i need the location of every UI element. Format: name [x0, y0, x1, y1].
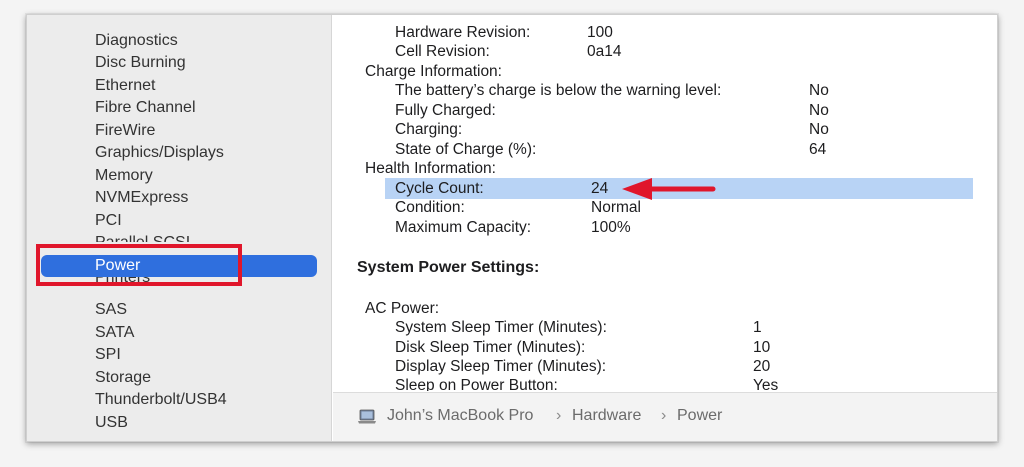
sidebar-item-parallel-scsi[interactable]: Parallel SCSI	[95, 232, 190, 242]
sidebar-item-thunderbolt-usb4[interactable]: Thunderbolt/USB4	[95, 389, 227, 411]
cell-revision-label: Cell Revision:	[395, 43, 490, 60]
charging-label: Charging:	[395, 121, 463, 138]
disk-sleep-value: 10	[753, 339, 771, 356]
laptop-icon	[358, 409, 376, 424]
maximum-capacity-label: Maximum Capacity:	[395, 219, 532, 236]
sidebar-item-pci[interactable]: PCI	[95, 210, 122, 232]
display-sleep-label: Display Sleep Timer (Minutes):	[395, 358, 607, 375]
state-of-charge-value: 64	[809, 141, 827, 158]
fully-charged-label: Fully Charged:	[395, 102, 496, 119]
health-information-header: Health Information:	[365, 160, 496, 177]
breadcrumb-separator: ›	[661, 407, 667, 424]
sidebar-item-sata[interactable]: SATA	[95, 322, 134, 344]
breadcrumb-hardware[interactable]: Hardware	[572, 405, 641, 427]
below-warning-label: The battery’s charge is below the warnin…	[395, 82, 722, 99]
sidebar: Diagnostics Disc Burning Ethernet Fibre …	[27, 15, 332, 441]
breadcrumb-power[interactable]: Power	[677, 405, 722, 427]
sidebar-item-disc-burning[interactable]: Disc Burning	[95, 52, 186, 74]
condition-value: Normal	[591, 199, 641, 216]
below-warning-value: No	[809, 82, 829, 99]
sleep-on-power-button-value: Yes	[753, 377, 779, 391]
breadcrumb-separator: ›	[556, 407, 562, 424]
sidebar-item-memory[interactable]: Memory	[95, 165, 153, 187]
detail-pane[interactable]: Hardware Revision: 100 Cell Revision: 0a…	[333, 15, 997, 391]
charging-value: No	[809, 121, 829, 138]
disk-sleep-label: Disk Sleep Timer (Minutes):	[395, 339, 586, 356]
sidebar-item-ethernet[interactable]: Ethernet	[95, 75, 155, 97]
maximum-capacity-value: 100%	[591, 219, 631, 236]
display-sleep-value: 20	[753, 358, 771, 375]
path-bar: John’s MacBook Pro › Hardware › Power	[333, 392, 997, 441]
sidebar-item-storage[interactable]: Storage	[95, 367, 151, 389]
cycle-count-label[interactable]: Cycle Count:	[395, 179, 484, 199]
breadcrumb-computer[interactable]: John’s MacBook Pro	[387, 405, 533, 427]
ac-power-header: AC Power:	[365, 300, 440, 317]
sidebar-item-usb[interactable]: USB	[95, 412, 128, 434]
sidebar-item-diagnostics[interactable]: Diagnostics	[95, 30, 178, 52]
system-sleep-label: System Sleep Timer (Minutes):	[395, 319, 607, 336]
hardware-revision-label: Hardware Revision:	[395, 24, 531, 41]
sidebar-item-graphics-displays[interactable]: Graphics/Displays	[95, 142, 224, 164]
system-information-window: Diagnostics Disc Burning Ethernet Fibre …	[26, 14, 998, 442]
sidebar-item-firewire[interactable]: FireWire	[95, 120, 155, 142]
condition-label: Condition:	[395, 199, 465, 216]
fully-charged-value: No	[809, 102, 829, 119]
sidebar-item-spi[interactable]: SPI	[95, 344, 121, 366]
annotation-arrow-icon	[622, 178, 716, 200]
charge-information-header: Charge Information:	[365, 63, 502, 80]
sidebar-item-fibre-channel[interactable]: Fibre Channel	[95, 97, 196, 119]
system-power-settings-title: System Power Settings:	[357, 259, 540, 276]
sidebar-item-sas[interactable]: SAS	[95, 299, 127, 321]
state-of-charge-label: State of Charge (%):	[395, 141, 537, 158]
sleep-on-power-button-label: Sleep on Power Button:	[395, 377, 558, 391]
annotation-highlight-box	[36, 244, 242, 286]
sidebar-item-nvmexpress[interactable]: NVMExpress	[95, 187, 188, 209]
cell-revision-value: 0a14	[587, 43, 622, 60]
hardware-revision-value: 100	[587, 24, 613, 41]
cycle-count-value[interactable]: 24	[591, 179, 608, 199]
system-sleep-value: 1	[753, 319, 762, 336]
